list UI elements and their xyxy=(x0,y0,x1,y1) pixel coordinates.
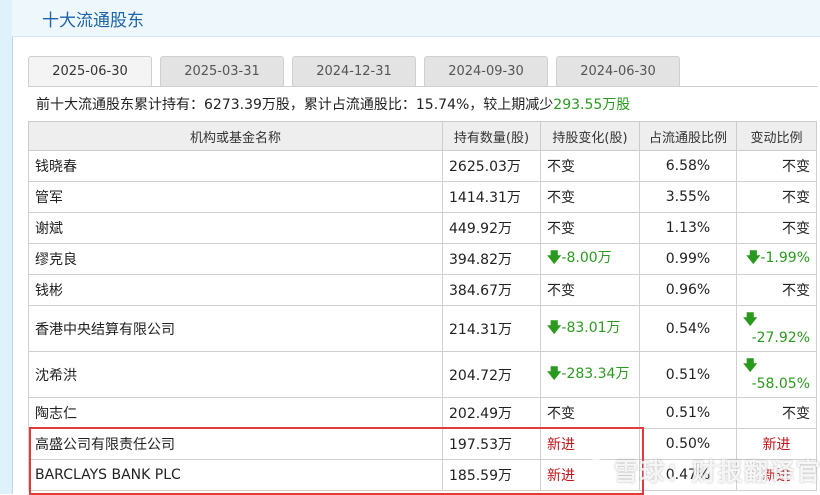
holder-ratio: 3.55% xyxy=(639,181,737,213)
date-tabs: 2025-06-30 2025-03-31 2024-12-31 2024-09… xyxy=(28,56,688,87)
holdings-summary: 前十大流通股东累计持有：6273.39万股，累计占流通股比：15.74%，较上期… xyxy=(36,94,630,114)
holder-change: 不变 xyxy=(540,181,640,213)
holder-change-cell: 🡇-283.34万 xyxy=(540,351,640,398)
table-row: 钱晓春 2625.03万 不变 6.58% 不变 xyxy=(28,150,817,182)
holder-qty: 2625.03万 xyxy=(442,150,541,182)
holder-ratio: 0.96% xyxy=(639,274,737,306)
holder-ratio: 0.51% xyxy=(639,397,737,429)
watermark: 雪球：财报翻译官 xyxy=(582,452,820,487)
holder-var: 不变 xyxy=(736,397,817,429)
holder-name: 钱彬 xyxy=(28,274,443,306)
table-header-row: 机构或基金名称 持有数量(股) 持股变化(股) 占流通股比例 变动比例 xyxy=(28,121,817,151)
shareholders-table: 机构或基金名称 持有数量(股) 持股变化(股) 占流通股比例 变动比例 钱晓春 … xyxy=(28,121,817,491)
tab-2025-03-31[interactable]: 2025-03-31 xyxy=(160,56,284,86)
snowball-logo-icon xyxy=(582,459,610,487)
holder-name: 高盛公司有限责任公司 xyxy=(28,428,443,460)
holder-qty: 204.72万 xyxy=(442,351,541,398)
section-title: 十大流通股东 xyxy=(42,11,144,31)
holder-qty: 197.53万 xyxy=(442,428,541,460)
holder-var: 不变 xyxy=(736,181,817,213)
table-row: 沈希洪 204.72万 🡇-283.34万 0.51% 🡇 -58.05% xyxy=(28,351,817,398)
holder-change: -8.00万 xyxy=(561,250,612,266)
holder-name: 钱晓春 xyxy=(28,150,443,182)
holder-var-cell: 🡇 -27.92% xyxy=(736,305,817,352)
holder-change-cell: 🡇-8.00万 xyxy=(540,243,640,275)
holder-name: 谢斌 xyxy=(28,212,443,244)
down-arrow-icon: 🡇 xyxy=(547,319,562,336)
holder-qty: 384.67万 xyxy=(442,274,541,306)
holder-ratio: 6.58% xyxy=(639,150,737,182)
table-row: 钱彬 384.67万 不变 0.96% 不变 xyxy=(28,274,817,306)
col-header-var: 变动比例 xyxy=(736,121,817,151)
table-row: 陶志仁 202.49万 不变 0.51% 不变 xyxy=(28,397,817,429)
table-row: 谢斌 449.92万 不变 1.13% 不变 xyxy=(28,212,817,244)
holder-name: 香港中央结算有限公司 xyxy=(28,305,443,352)
holder-ratio: 0.99% xyxy=(639,243,737,275)
holder-ratio: 0.51% xyxy=(639,351,737,398)
table-row: 香港中央结算有限公司 214.31万 🡇-83.01万 0.54% 🡇 -27.9… xyxy=(28,305,817,352)
title-bar: 十大流通股东 xyxy=(12,0,820,37)
holder-name: 沈希洪 xyxy=(28,351,443,398)
down-arrow-icon: 🡇 xyxy=(746,250,761,266)
holder-qty: 1414.31万 xyxy=(442,181,541,213)
holder-change: 不变 xyxy=(540,274,640,306)
holder-change-cell: 🡇-83.01万 xyxy=(540,305,640,352)
holder-ratio: 0.54% xyxy=(639,305,737,352)
col-header-change: 持股变化(股) xyxy=(540,121,640,151)
holder-var: 不变 xyxy=(736,212,817,244)
down-arrow-icon: 🡇 xyxy=(743,311,758,328)
holder-change: 不变 xyxy=(540,150,640,182)
down-arrow-icon: 🡇 xyxy=(547,365,562,382)
holder-name: 陶志仁 xyxy=(28,397,443,429)
holder-var: 不变 xyxy=(736,274,817,306)
col-header-qty: 持有数量(股) xyxy=(442,121,541,151)
watermark-text: 雪球：财报翻译官 xyxy=(614,458,820,486)
holder-change: 不变 xyxy=(540,212,640,244)
holder-name: 缪克良 xyxy=(28,243,443,275)
holder-qty: 202.49万 xyxy=(442,397,541,429)
table-row: 管军 1414.31万 不变 3.55% 不变 xyxy=(28,181,817,213)
holder-var-cell: 🡇-1.99% xyxy=(736,243,817,275)
summary-text: 前十大流通股东累计持有：6273.39万股，累计占流通股比：15.74%，较上期… xyxy=(36,97,554,113)
summary-change: 293.55万股 xyxy=(553,97,631,113)
holder-name: BARCLAYS BANK PLC xyxy=(28,459,443,491)
col-header-ratio: 占流通股比例 xyxy=(639,121,737,151)
tab-divider xyxy=(28,86,818,87)
tab-2024-12-31[interactable]: 2024-12-31 xyxy=(292,56,416,86)
tab-2025-06-30[interactable]: 2025-06-30 xyxy=(28,56,152,87)
holder-var-cell: 🡇 -58.05% xyxy=(736,351,817,398)
holder-qty: 394.82万 xyxy=(442,243,541,275)
holder-var: -27.92% xyxy=(751,329,810,346)
holder-name: 管军 xyxy=(28,181,443,213)
table-row: 缪克良 394.82万 🡇-8.00万 0.99% 🡇-1.99% xyxy=(28,243,817,275)
holder-change: 不变 xyxy=(540,397,640,429)
holder-var: -58.05% xyxy=(751,375,810,392)
holder-change: -283.34万 xyxy=(561,365,630,382)
holder-ratio: 1.13% xyxy=(639,212,737,244)
col-header-name: 机构或基金名称 xyxy=(28,121,443,151)
tab-2024-06-30[interactable]: 2024-06-30 xyxy=(556,56,680,86)
holder-change: -83.01万 xyxy=(561,319,621,336)
down-arrow-icon: 🡇 xyxy=(743,357,758,374)
holder-qty: 449.92万 xyxy=(442,212,541,244)
holder-qty: 185.59万 xyxy=(442,459,541,491)
tab-2024-09-30[interactable]: 2024-09-30 xyxy=(424,56,548,86)
holder-var: 不变 xyxy=(736,150,817,182)
holder-qty: 214.31万 xyxy=(442,305,541,352)
down-arrow-icon: 🡇 xyxy=(547,250,562,266)
holder-var: -1.99% xyxy=(760,250,810,266)
